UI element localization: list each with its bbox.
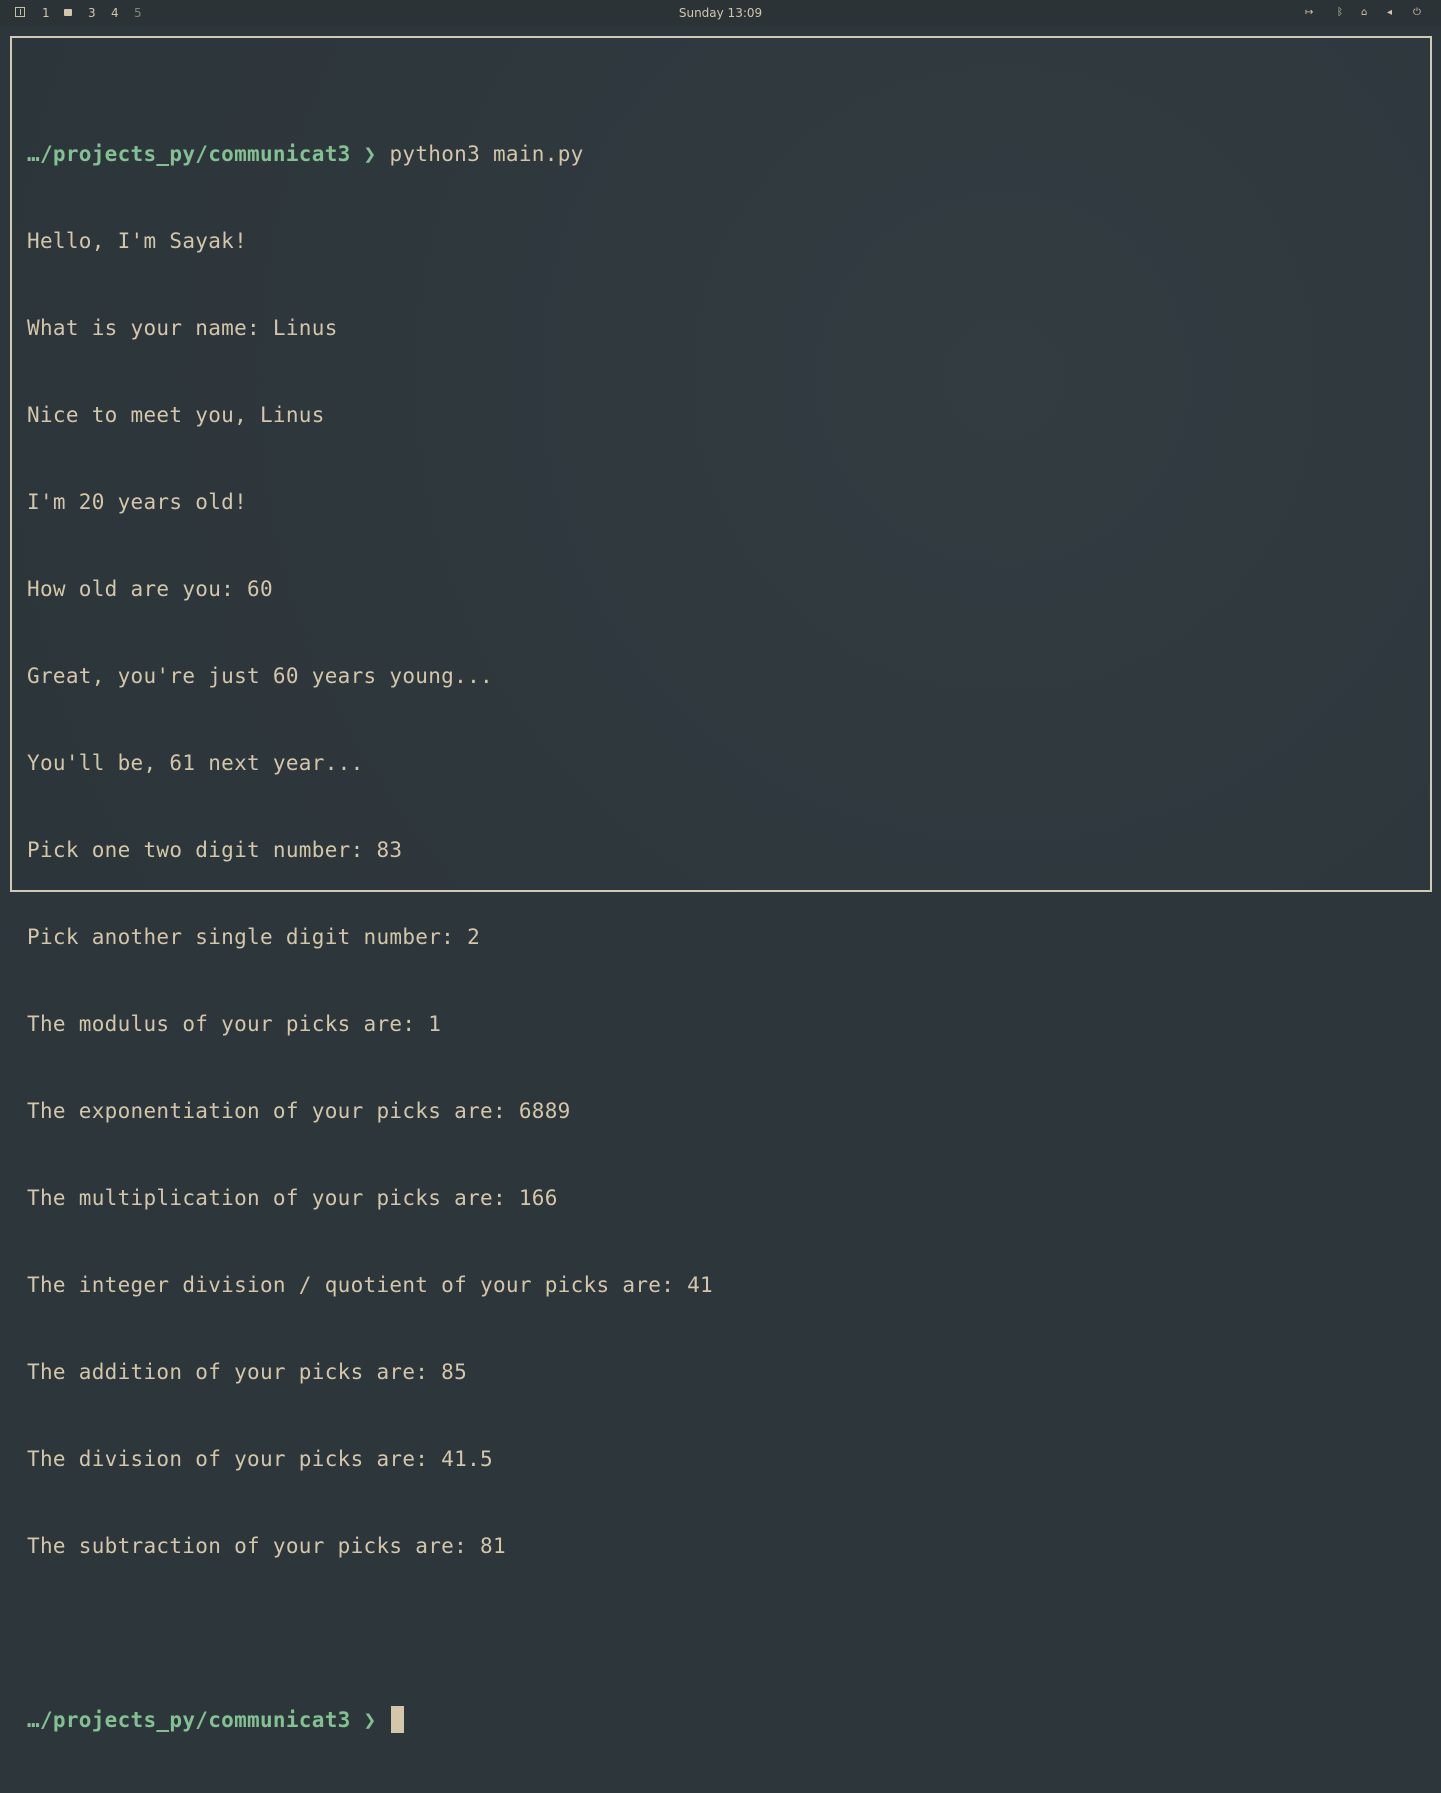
output-line: Great, you're just 60 years young... — [27, 664, 493, 688]
volume-icon[interactable]: ◂ — [1387, 5, 1392, 21]
output-line: The division of your picks are: 41.5 — [27, 1447, 493, 1471]
terminal-window[interactable]: …/projects_py/communicat3 ❯ python3 main… — [10, 36, 1432, 1733]
network-icon[interactable]: ⌂ — [1361, 5, 1367, 21]
bluetooth-icon[interactable]: ᛒ — [1337, 5, 1343, 21]
command-text: python3 main.py — [389, 142, 584, 166]
command-line: …/projects_py/communicat3 ❯ python3 main… — [27, 140, 713, 169]
prompt-symbol: ❯ — [363, 142, 377, 166]
output-line: What is your name: Linus — [27, 316, 338, 340]
output-line: The exponentiation of your picks are: 68… — [27, 1099, 571, 1123]
prompt-symbol: ❯ — [363, 1708, 377, 1732]
terminal-output: …/projects_py/communicat3 ❯ python3 main… — [27, 82, 713, 1793]
prompt-path: …/projects_py/communicat3 — [27, 1708, 351, 1732]
output-line: Hello, I'm Sayak! — [27, 229, 248, 253]
logout-icon[interactable]: ↦ — [1305, 5, 1313, 21]
prompt-path: …/projects_py/communicat3 — [27, 142, 351, 166]
output-line: The subtraction of your picks are: 81 — [27, 1534, 506, 1558]
top-bar: 1 3 4 5 Sunday 13:09 ↦ ᛒ ⌂ ◂ ⏻ — [0, 0, 1441, 26]
output-line: Pick another single digit number: 2 — [27, 925, 481, 949]
output-line: The modulus of your picks are: 1 — [27, 1012, 442, 1036]
output-line: Nice to meet you, Linus — [27, 403, 325, 427]
output-line: I'm 20 years old! — [27, 490, 248, 514]
clock: Sunday 13:09 — [678, 6, 763, 20]
output-line: The multiplication of your picks are: 16… — [27, 1186, 558, 1210]
output-line: The integer division / quotient of your … — [27, 1273, 713, 1297]
text-cursor — [391, 1706, 405, 1733]
output-line: How old are you: 60 — [27, 577, 273, 601]
output-line: Pick one two digit number: 83 — [27, 838, 403, 862]
output-line: The addition of your picks are: 85 — [27, 1360, 468, 1384]
power-icon[interactable]: ⏻ — [1413, 5, 1421, 21]
active-prompt-line[interactable]: …/projects_py/communicat3 ❯ — [27, 1706, 713, 1735]
output-line: You'll be, 61 next year... — [27, 751, 364, 775]
